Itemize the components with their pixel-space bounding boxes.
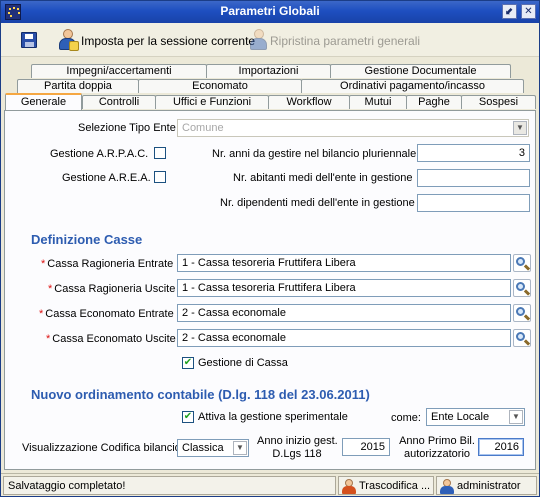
gestione-cassa-checkbox[interactable]: ✔ xyxy=(182,357,194,369)
tab-impegni[interactable]: Impegni/accertamenti xyxy=(31,64,207,78)
restore-window-button[interactable]: ⬋ xyxy=(502,4,517,19)
rag-uscite-label: * Cassa Ragioneria Uscite xyxy=(48,283,176,295)
close-window-button[interactable]: ✕ xyxy=(521,4,536,19)
abitanti-input[interactable] xyxy=(417,169,530,187)
tipo-ente-select: Comune ▼ xyxy=(177,119,529,137)
come-select[interactable]: Ente Locale ▼ xyxy=(426,408,525,426)
sperimentale-checkbox[interactable]: ✔ xyxy=(182,411,194,423)
anno-inizio-input[interactable]: 2015 xyxy=(342,438,390,456)
gestione-cassa-label: Gestione di Cassa xyxy=(198,357,288,369)
rag-uscite-field[interactable]: 1 - Cassa tesoreria Fruttifera Libera xyxy=(177,279,511,297)
tab-row-2: Partita doppia Economato Ordinativi paga… xyxy=(1,79,539,93)
arpac-checkbox[interactable] xyxy=(154,147,166,159)
dipendenti-label: Nr. dipendenti medi dell'ente in gestion… xyxy=(220,197,415,209)
eco-entrate-label: * Cassa Economato Entrate xyxy=(39,308,174,320)
rag-entrate-label: * Cassa Ragioneria Entrate xyxy=(41,258,174,270)
tab-ordinativi[interactable]: Ordinativi pagamento/incasso xyxy=(301,79,524,93)
search-icon[interactable] xyxy=(513,329,531,347)
ordinamento-section-title: Nuovo ordinamento contabile (D.lg. 118 d… xyxy=(31,387,370,402)
tab-partita-doppia[interactable]: Partita doppia xyxy=(17,79,139,93)
title-bar: Parametri Globali ⬋ ✕ xyxy=(1,1,539,23)
area-checkbox[interactable] xyxy=(154,171,166,183)
restore-user-icon xyxy=(248,29,270,51)
eco-uscite-label: * Cassa Economato Uscite xyxy=(46,333,176,345)
tab-gestione-documentale[interactable]: Gestione Documentale xyxy=(330,64,511,78)
toolbar: Imposta per la sessione corrente Riprist… xyxy=(1,23,539,57)
status-bar: Salvataggio completato! Trascodifica ...… xyxy=(1,473,539,496)
user-settings-icon[interactable] xyxy=(57,29,79,51)
apply-session-button[interactable]: Imposta per la sessione corrente xyxy=(81,34,255,48)
search-icon[interactable] xyxy=(513,279,531,297)
tab-generale[interactable]: Generale xyxy=(5,93,82,110)
anni-label: Nr. anni da gestire nel bilancio plurien… xyxy=(212,148,417,160)
eco-uscite-field[interactable]: 2 - Cassa economale xyxy=(177,329,511,347)
anno-inizio-label: Anno inizio gest. D.Lgs 118 xyxy=(257,435,338,460)
codifica-label: Visualizzazione Codifica bilancio xyxy=(22,442,181,454)
status-message: Salvataggio completato! xyxy=(3,476,336,495)
tab-row-3: Generale Controlli Uffici e Funzioni Wor… xyxy=(1,93,539,110)
anno-primo-label: Anno Primo Bil. autorizzatorio xyxy=(399,435,475,460)
tab-economato[interactable]: Economato xyxy=(138,79,302,93)
anni-input[interactable]: 3 xyxy=(417,144,530,162)
parametri-globali-window: Parametri Globali ⬋ ✕ Imposta per la ses… xyxy=(0,0,540,497)
tab-row-1: Impegni/accertamenti Importazioni Gestio… xyxy=(1,64,539,78)
eco-entrate-field[interactable]: 2 - Cassa economale xyxy=(177,304,511,322)
search-icon[interactable] xyxy=(513,304,531,322)
user-icon xyxy=(342,479,356,494)
window-title: Parametri Globali xyxy=(220,4,320,18)
area-label: Gestione A.R.E.A. xyxy=(62,172,151,184)
tab-mutui[interactable]: Mutui xyxy=(349,95,407,109)
status-user: administrator xyxy=(436,476,537,495)
save-icon[interactable] xyxy=(21,32,37,48)
come-label: come: xyxy=(391,412,421,424)
anno-primo-input[interactable]: 2016 xyxy=(478,438,524,456)
codifica-select[interactable]: Classica ▼ xyxy=(177,439,249,457)
rag-entrate-field[interactable]: 1 - Cassa tesoreria Fruttifera Libera xyxy=(177,254,511,272)
search-icon[interactable] xyxy=(513,254,531,272)
chevron-down-icon: ▼ xyxy=(513,121,527,135)
tab-paghe[interactable]: Paghe xyxy=(406,95,462,109)
tab-uffici-funzioni[interactable]: Uffici e Funzioni xyxy=(155,95,269,109)
tab-workflow[interactable]: Workflow xyxy=(268,95,350,109)
chevron-down-icon[interactable]: ▼ xyxy=(233,441,247,455)
restore-defaults-button: Ripristina parametri generali xyxy=(270,34,421,48)
status-task[interactable]: Trascodifica ... xyxy=(338,476,434,495)
tab-importazioni[interactable]: Importazioni xyxy=(206,64,331,78)
tipo-ente-label: Selezione Tipo Ente xyxy=(78,122,176,134)
casse-section-title: Definizione Casse xyxy=(31,232,143,247)
abitanti-label: Nr. abitanti medi dell'ente in gestione xyxy=(233,172,413,184)
dipendenti-input[interactable] xyxy=(417,194,530,212)
user-icon xyxy=(440,479,454,494)
arpac-label: Gestione A.R.P.A.C. xyxy=(50,148,149,160)
tab-sospesi[interactable]: Sospesi xyxy=(461,95,536,109)
chevron-down-icon[interactable]: ▼ xyxy=(509,410,523,424)
tab-controlli[interactable]: Controlli xyxy=(82,95,156,109)
sperimentale-label: Attiva la gestione sperimentale xyxy=(198,411,348,423)
